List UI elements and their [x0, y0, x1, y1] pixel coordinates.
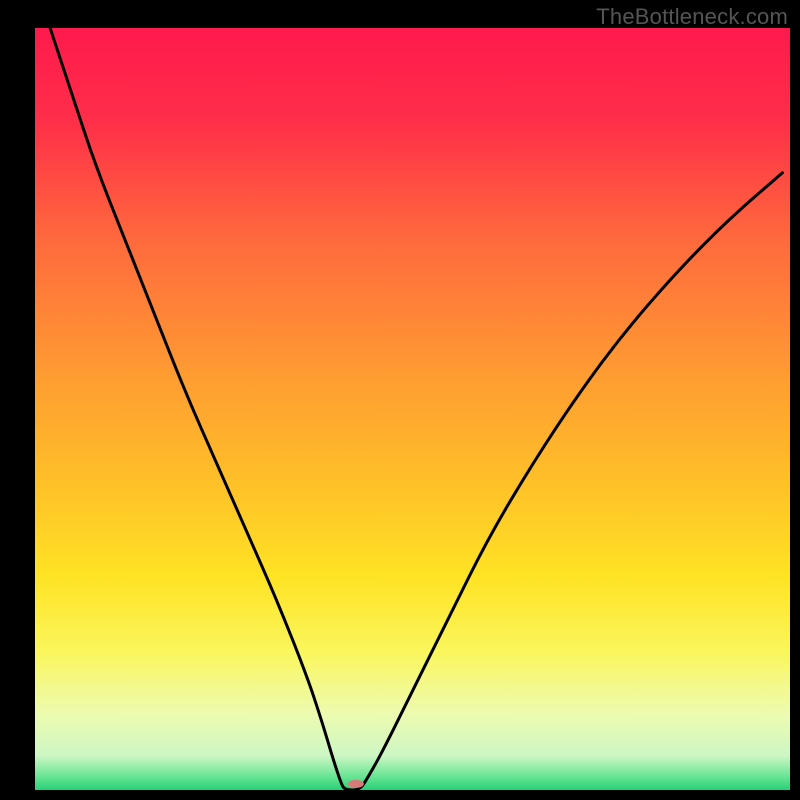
chart-frame: TheBottleneck.com [0, 0, 800, 800]
bottleneck-chart [0, 0, 800, 800]
watermark-label: TheBottleneck.com [596, 4, 788, 30]
plot-background [35, 28, 790, 790]
optimal-point-marker [348, 780, 364, 788]
